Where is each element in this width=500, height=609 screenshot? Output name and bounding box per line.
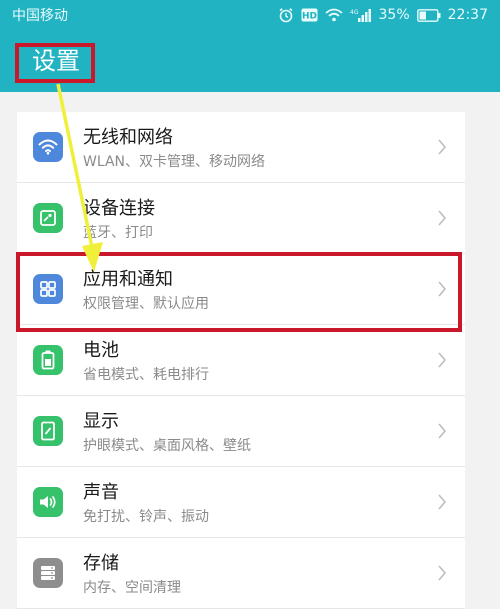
settings-item-subtitle: 内存、空间清理 [83, 580, 181, 596]
carrier-name: 中国移动 [12, 8, 68, 24]
wifi-icon [33, 132, 63, 162]
settings-item-storage[interactable]: 存储 内存、空间清理 [17, 538, 465, 609]
hd-icon: HD [301, 8, 318, 22]
chevron-right-icon [437, 422, 447, 444]
chevron-right-icon [437, 138, 447, 160]
battery-icon [33, 345, 63, 375]
settings-item-title: 设备连接 [83, 198, 155, 219]
settings-item-subtitle: 蓝牙、打印 [83, 225, 153, 241]
settings-item-display[interactable]: 显示 护眼模式、桌面风格、壁纸 [17, 396, 465, 467]
display-icon [33, 416, 63, 446]
speaker-icon [33, 487, 63, 517]
chevron-right-icon [437, 351, 447, 373]
wifi-icon [324, 8, 343, 22]
status-icons: HD 4G 35% 22:37 [278, 7, 488, 23]
settings-item-subtitle: 护眼模式、桌面风格、壁纸 [83, 438, 251, 454]
chevron-right-icon [437, 493, 447, 515]
settings-item-sound[interactable]: 声音 免打扰、铃声、振动 [17, 467, 465, 538]
clock: 22:37 [447, 7, 488, 23]
settings-item-subtitle: 免打扰、铃声、振动 [83, 509, 209, 525]
settings-item-battery[interactable]: 电池 省电模式、耗电排行 [17, 325, 465, 396]
battery-icon [416, 8, 441, 22]
svg-text:HD: HD [302, 12, 317, 22]
settings-item-title: 显示 [83, 411, 119, 432]
storage-icon [33, 558, 63, 588]
settings-item-title: 无线和网络 [83, 127, 173, 148]
title-highlight-box [15, 43, 95, 83]
device-connect-icon [33, 203, 63, 233]
settings-item-title: 存储 [83, 553, 119, 574]
settings-item-subtitle: 省电模式、耗电排行 [83, 367, 209, 383]
chevron-right-icon [437, 209, 447, 231]
network-type-label: 4G [350, 9, 359, 16]
signal-4g-icon: 4G [350, 7, 372, 23]
battery-percent: 35% [378, 7, 410, 23]
settings-item-title: 电池 [83, 340, 119, 361]
settings-item-device-connection[interactable]: 设备连接 蓝牙、打印 [17, 183, 465, 254]
settings-item-subtitle: WLAN、双卡管理、移动网络 [83, 154, 266, 170]
alarm-icon [278, 7, 294, 23]
status-bar: 中国移动 HD 4G 35% 22:37 [0, 0, 500, 30]
apps-notifications-highlight-box [16, 252, 462, 332]
settings-item-title: 声音 [83, 482, 119, 503]
settings-list: 无线和网络 WLAN、双卡管理、移动网络 设备连接 蓝牙、打印 应用和通知 权限… [17, 112, 465, 609]
settings-item-wireless-network[interactable]: 无线和网络 WLAN、双卡管理、移动网络 [17, 112, 465, 183]
chevron-right-icon [437, 564, 447, 586]
